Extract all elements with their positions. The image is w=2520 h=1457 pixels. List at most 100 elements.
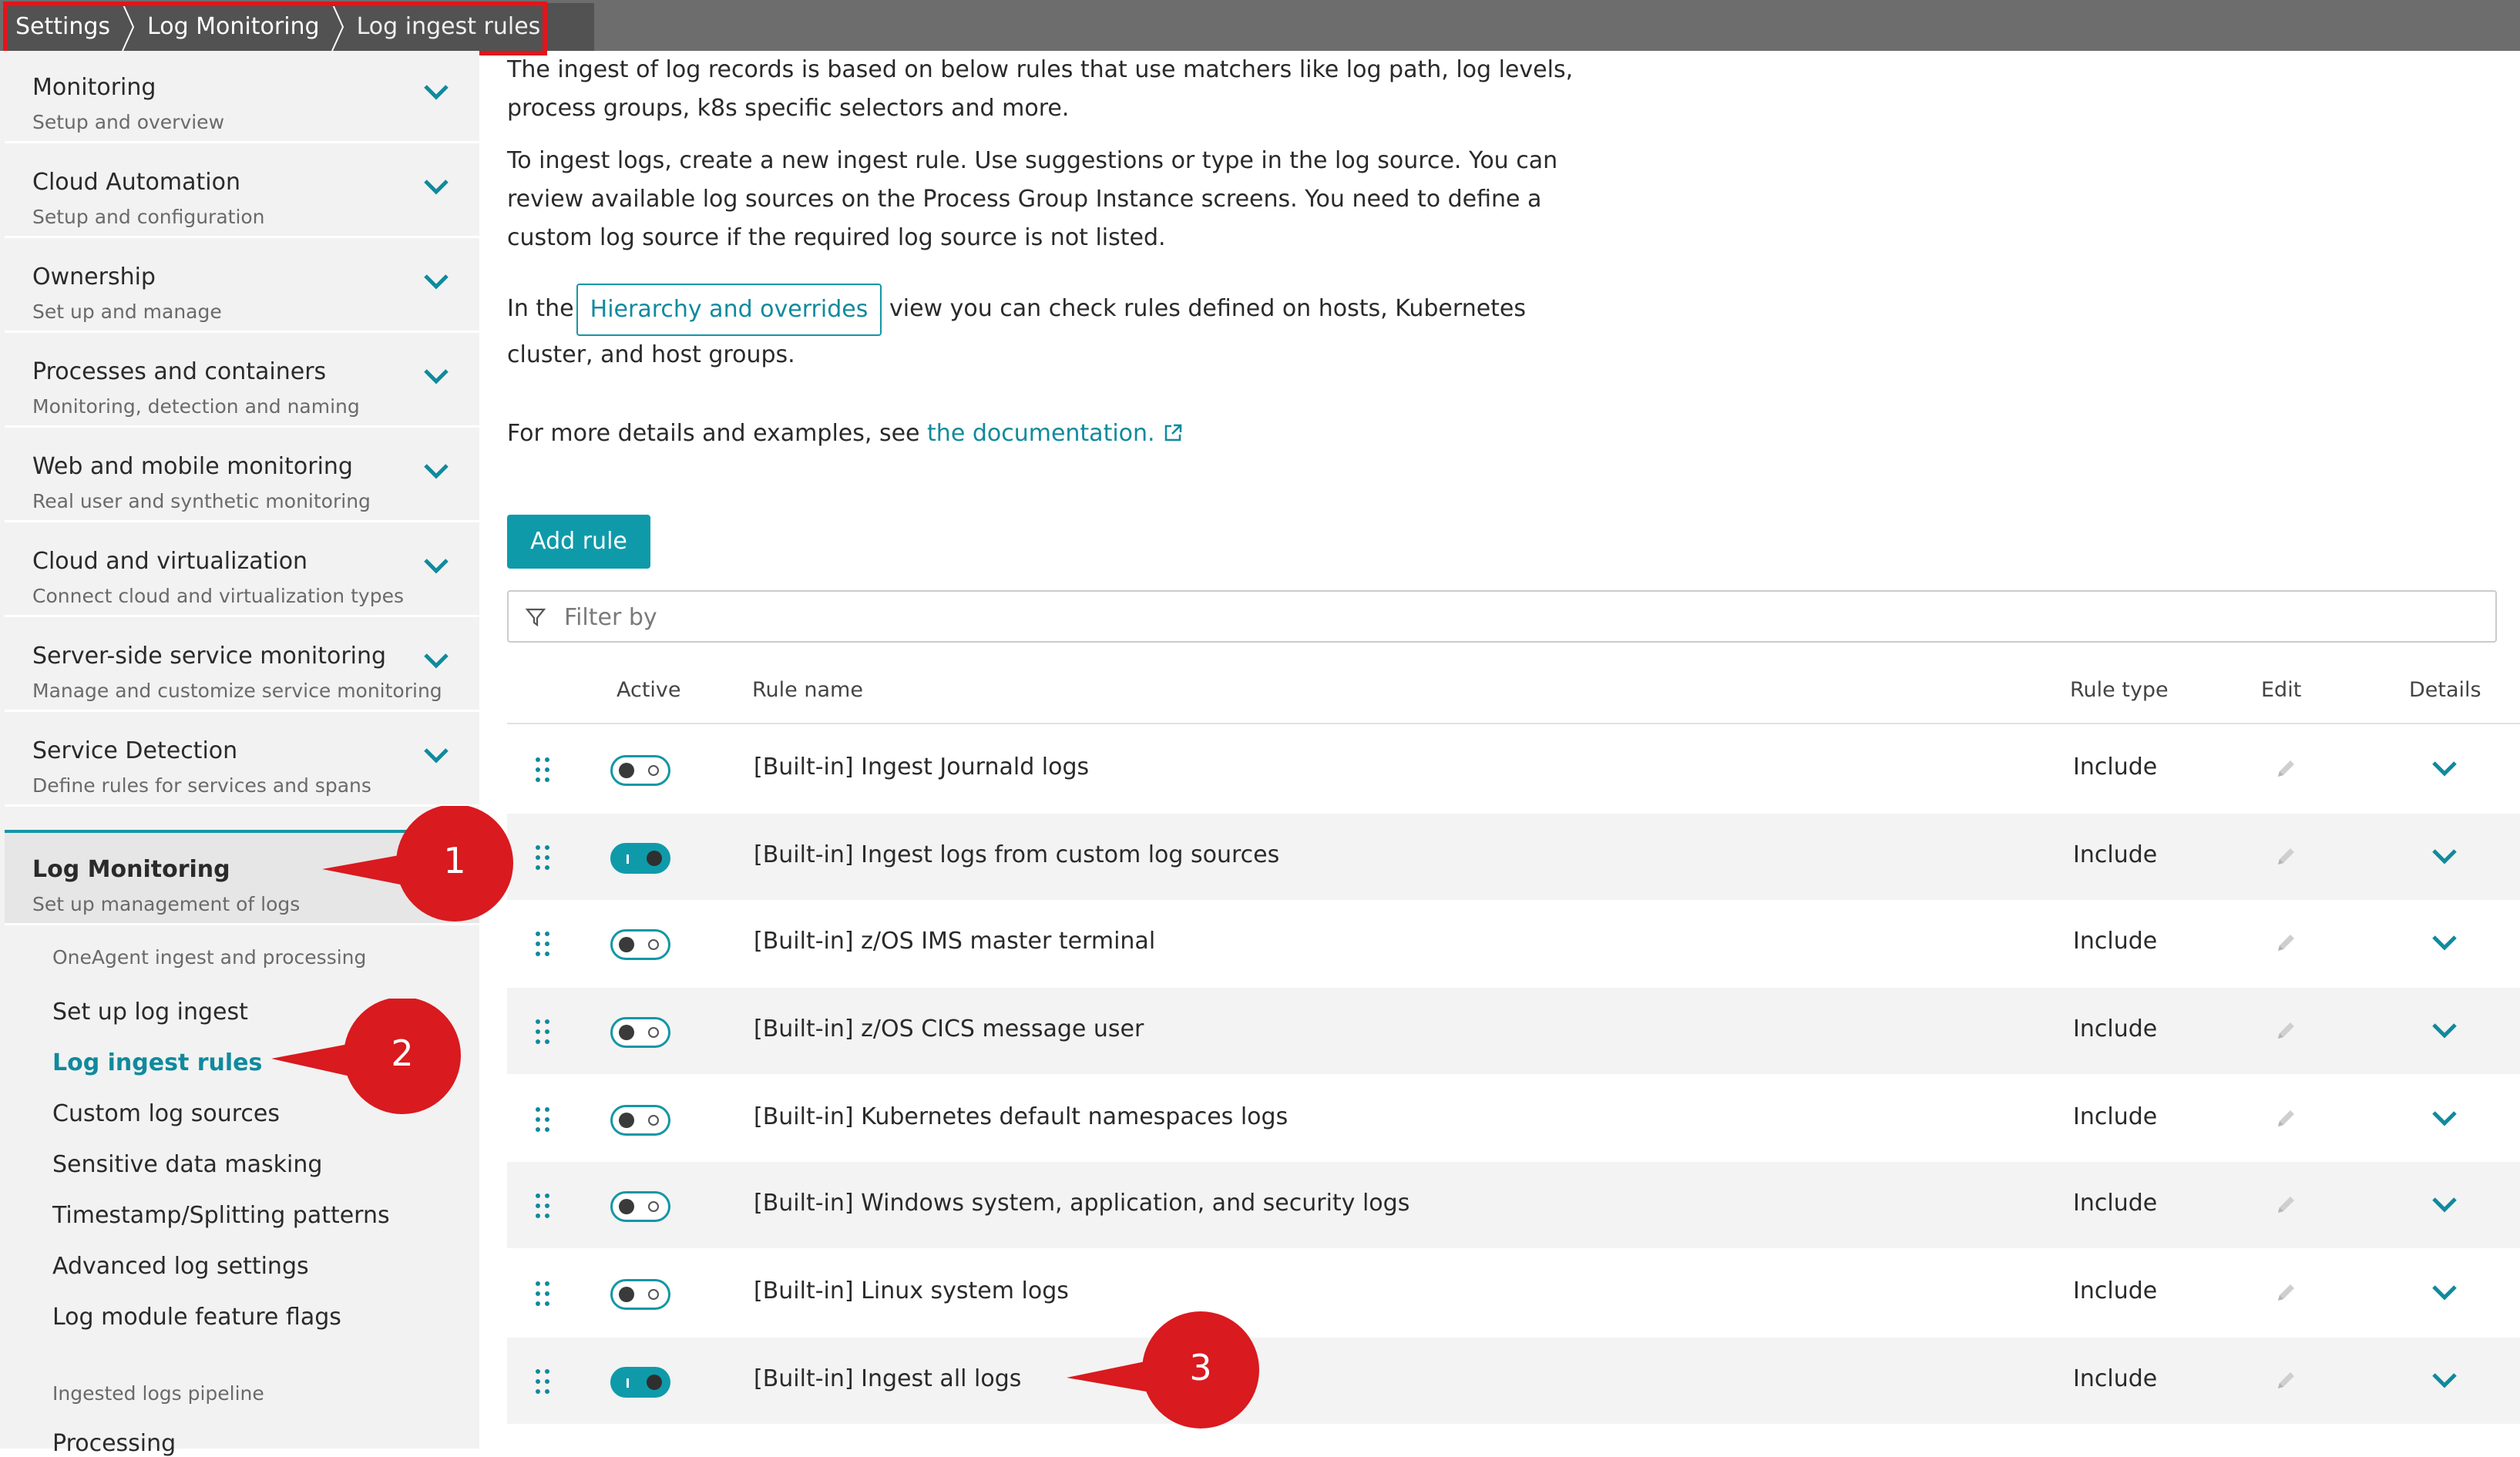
sidebar-group-title: Processes and containers bbox=[32, 358, 327, 385]
rule-type: Include bbox=[2073, 754, 2158, 781]
sidebar-item-custom-log-sources[interactable]: Custom log sources bbox=[52, 1100, 280, 1127]
chevron-down-icon[interactable] bbox=[421, 82, 452, 102]
sidebar-item-log-module-feature-flags[interactable]: Log module feature flags bbox=[52, 1304, 341, 1331]
active-toggle[interactable] bbox=[610, 1367, 670, 1398]
sidebar-item-log-ingest-rules[interactable]: Log ingest rules bbox=[52, 1049, 262, 1076]
chevron-down-icon[interactable] bbox=[2431, 848, 2458, 866]
chevron-down-icon[interactable] bbox=[421, 556, 452, 576]
active-toggle[interactable] bbox=[610, 929, 670, 960]
sidebar-group-service-detection[interactable]: Service Detection Define rules for servi… bbox=[5, 714, 479, 807]
filter-bar[interactable] bbox=[507, 590, 2497, 643]
chevron-down-icon[interactable] bbox=[2431, 1196, 2458, 1214]
active-toggle[interactable] bbox=[610, 1191, 670, 1222]
table-row: [Built-in] Windows system, application, … bbox=[507, 1162, 2520, 1248]
toggle-knob bbox=[619, 763, 634, 778]
table-row: [Built-in] z/OS IMS master terminal Inclu… bbox=[507, 900, 2520, 986]
drag-handle-icon[interactable] bbox=[535, 1106, 550, 1133]
active-toggle[interactable] bbox=[610, 1279, 670, 1310]
chevron-down-icon[interactable] bbox=[2431, 934, 2458, 952]
drag-handle-icon[interactable] bbox=[535, 1281, 550, 1307]
chevron-down-icon[interactable] bbox=[421, 176, 452, 196]
sidebar-group-subtitle: Setup and configuration bbox=[32, 206, 265, 228]
column-header-active: Active bbox=[617, 678, 681, 702]
table-row: [Built-in] Linux system logs Include bbox=[507, 1250, 2520, 1336]
annotation-callout-3: 3 bbox=[1063, 1311, 1272, 1435]
toggle-off-mark-icon bbox=[648, 1289, 659, 1300]
toggle-knob bbox=[647, 851, 662, 866]
pencil-icon[interactable] bbox=[2272, 1191, 2300, 1219]
chevron-down-icon[interactable] bbox=[421, 461, 452, 481]
chevron-down-icon[interactable] bbox=[2431, 1022, 2458, 1040]
sidebar-group-title: Ownership bbox=[32, 264, 156, 290]
pencil-icon[interactable] bbox=[2272, 843, 2300, 871]
pencil-icon[interactable] bbox=[2272, 1017, 2300, 1045]
pencil-icon[interactable] bbox=[2272, 755, 2300, 783]
drag-handle-icon[interactable] bbox=[535, 844, 550, 871]
hierarchy-line2: cluster, and host groups. bbox=[507, 341, 795, 368]
active-toggle[interactable] bbox=[610, 755, 670, 786]
chevron-down-icon[interactable] bbox=[2431, 760, 2458, 778]
documentation-link[interactable]: the documentation. bbox=[927, 420, 1183, 447]
chevron-down-icon[interactable] bbox=[421, 271, 452, 291]
sidebar-group-web-and-mobile-monitoring[interactable]: Web and mobile monitoring Real user and … bbox=[5, 430, 479, 522]
sidebar-group-server-side-service-monitoring[interactable]: Server-side service monitoring Manage an… bbox=[5, 619, 479, 712]
rule-type: Include bbox=[2073, 1190, 2158, 1217]
active-toggle[interactable] bbox=[610, 1017, 670, 1048]
pencil-icon[interactable] bbox=[2272, 929, 2300, 957]
toggle-off-mark-icon bbox=[648, 939, 659, 950]
rule-name: [Built-in] Windows system, application, … bbox=[754, 1190, 1410, 1217]
sidebar-group-monitoring[interactable]: Monitoring Setup and overview bbox=[5, 51, 479, 143]
external-link-icon bbox=[1164, 424, 1181, 441]
chevron-down-icon[interactable] bbox=[2431, 1110, 2458, 1128]
sidebar-item-sensitive-data-masking[interactable]: Sensitive data masking bbox=[52, 1151, 322, 1178]
rule-type: Include bbox=[2073, 1365, 2158, 1392]
sidebar-group-cloud-automation[interactable]: Cloud Automation Setup and configuration bbox=[5, 146, 479, 238]
callout-number: 3 bbox=[1189, 1347, 1212, 1388]
subnav-heading-pipeline: Ingested logs pipeline bbox=[52, 1382, 264, 1405]
toggle-knob bbox=[619, 1199, 634, 1214]
chevron-down-icon[interactable] bbox=[421, 745, 452, 765]
sidebar-group-processes-and-containers[interactable]: Processes and containers Monitoring, det… bbox=[5, 335, 479, 428]
sidebar-item-set-up-log-ingest[interactable]: Set up log ingest bbox=[52, 999, 248, 1026]
drag-handle-icon[interactable] bbox=[535, 1368, 550, 1395]
column-header-rule-type: Rule type bbox=[2070, 678, 2169, 702]
howto-text: To ingest logs, create a new ingest rule… bbox=[507, 142, 1557, 257]
sidebar-item-advanced-log-settings[interactable]: Advanced log settings bbox=[52, 1253, 309, 1280]
annotation-callout-1: 1 bbox=[316, 806, 524, 929]
filter-input[interactable] bbox=[563, 598, 2477, 636]
add-rule-button[interactable]: Add rule bbox=[507, 515, 650, 569]
active-toggle[interactable] bbox=[610, 1105, 670, 1136]
table-row: [Built-in] z/OS CICS message user Include bbox=[507, 988, 2520, 1074]
toggle-on-mark-icon bbox=[627, 854, 629, 864]
sidebar-group-title: Cloud Automation bbox=[32, 169, 240, 196]
pencil-icon[interactable] bbox=[2272, 1279, 2300, 1307]
table-row: [Built-in] Kubernetes default namespaces… bbox=[507, 1076, 2520, 1162]
drag-handle-icon[interactable] bbox=[535, 757, 550, 783]
chevron-down-icon[interactable] bbox=[421, 366, 452, 386]
toggle-off-mark-icon bbox=[648, 1201, 659, 1212]
sidebar-group-subtitle: Manage and customize service monitoring bbox=[32, 680, 442, 702]
toggle-off-mark-icon bbox=[648, 1115, 659, 1126]
sidebar-item-processing[interactable]: Processing bbox=[52, 1430, 176, 1457]
chevron-down-icon[interactable] bbox=[2431, 1371, 2458, 1390]
sidebar-item-timestamp-splitting-patterns[interactable]: Timestamp/Splitting patterns bbox=[52, 1202, 390, 1229]
sidebar-group-ownership[interactable]: Ownership Set up and manage bbox=[5, 240, 479, 333]
drag-handle-icon[interactable] bbox=[535, 1193, 550, 1219]
intro-line: process groups, k8s specific selectors a… bbox=[507, 95, 1070, 122]
hierarchy-and-overrides-button[interactable]: Hierarchy and overrides bbox=[576, 284, 882, 336]
drag-handle-icon[interactable] bbox=[535, 1019, 550, 1045]
table-row: [Built-in] Ingest Journald logs Include bbox=[507, 726, 2520, 812]
drag-handle-icon[interactable] bbox=[535, 931, 550, 957]
column-header-rule-name: Rule name bbox=[752, 678, 863, 702]
sidebar-group-subtitle: Set up and manage bbox=[32, 300, 222, 323]
chevron-down-icon[interactable] bbox=[2431, 1284, 2458, 1302]
chevron-down-icon[interactable] bbox=[421, 650, 452, 670]
sidebar-group-title: Cloud and virtualization bbox=[32, 548, 308, 575]
sidebar-group-cloud-and-virtualization[interactable]: Cloud and virtualization Connect cloud a… bbox=[5, 525, 479, 617]
active-toggle[interactable] bbox=[610, 843, 670, 874]
pencil-icon[interactable] bbox=[2272, 1105, 2300, 1133]
hierarchy-suffix: view you can check rules defined on host… bbox=[889, 295, 1527, 322]
howto-line: review available log sources on the Proc… bbox=[507, 186, 1542, 213]
pencil-icon[interactable] bbox=[2272, 1367, 2300, 1395]
sidebar-group-subtitle: Connect cloud and virtualization types bbox=[32, 585, 404, 607]
